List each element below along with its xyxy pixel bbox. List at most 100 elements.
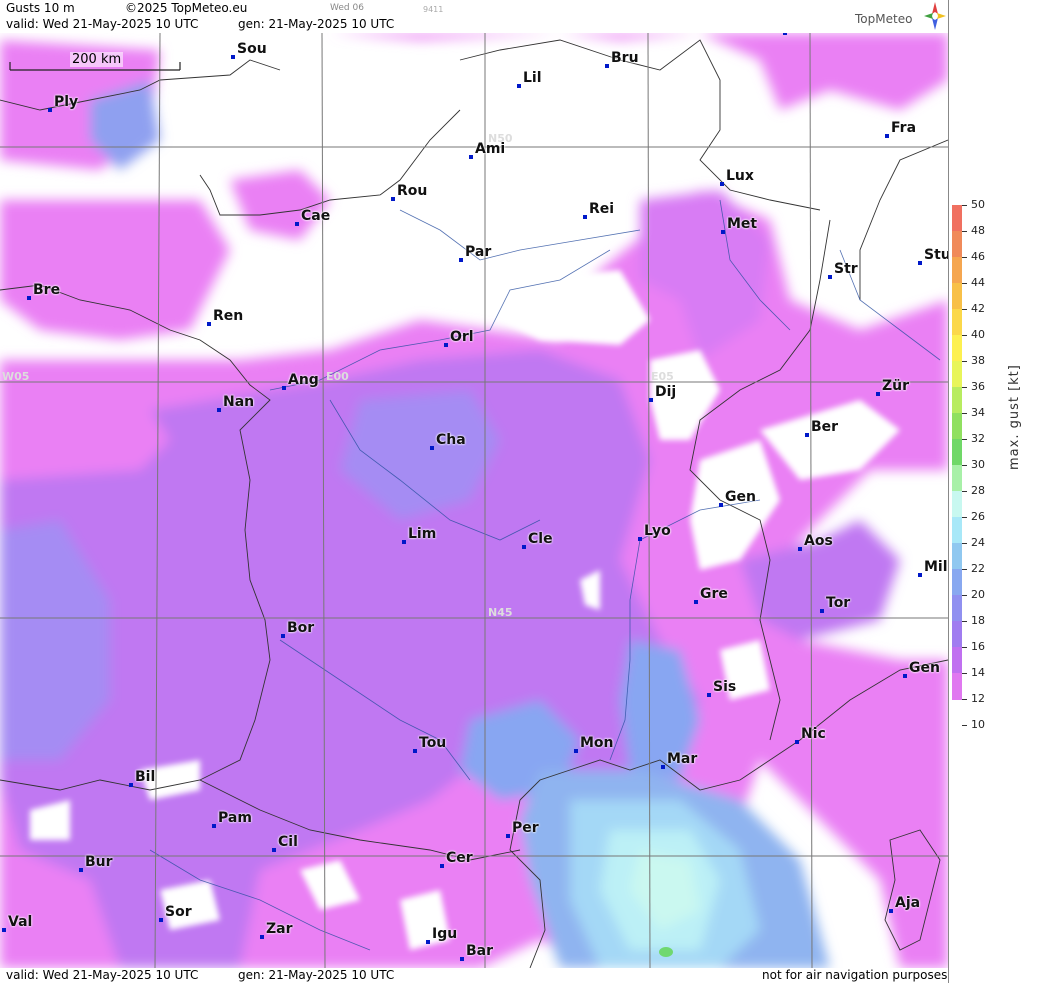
city-label: Dij bbox=[655, 384, 677, 400]
legend-swatch bbox=[952, 257, 962, 284]
city-dot bbox=[605, 64, 609, 68]
city-dot bbox=[918, 573, 922, 577]
city-dot bbox=[426, 940, 430, 944]
legend-tick-mark bbox=[962, 465, 967, 466]
legend-swatch bbox=[952, 465, 962, 492]
city-label: Gen bbox=[909, 660, 940, 676]
legend-tick-label: 48 bbox=[971, 224, 985, 237]
legend-swatch bbox=[952, 283, 962, 310]
scale-bar-label: 200 km bbox=[70, 52, 124, 67]
legend-tick-mark bbox=[962, 439, 967, 440]
legend-swatch bbox=[952, 413, 962, 440]
legend-swatch bbox=[952, 387, 962, 414]
city-label: Aos bbox=[804, 533, 833, 549]
city-dot bbox=[48, 108, 52, 112]
city-label: Bar bbox=[466, 943, 494, 959]
city-label: Lux bbox=[726, 168, 754, 184]
city-dot bbox=[522, 545, 526, 549]
city-label: Ren bbox=[213, 308, 244, 324]
city-dot bbox=[460, 957, 464, 961]
city-label: Cae bbox=[301, 208, 331, 224]
legend-swatch bbox=[952, 439, 962, 466]
city-label: Sis bbox=[713, 679, 737, 695]
city-label: Mil bbox=[924, 559, 948, 575]
legend-tick-mark bbox=[962, 361, 967, 362]
legend-tick-label: 26 bbox=[971, 510, 985, 523]
city-dot bbox=[440, 864, 444, 868]
city-label: Tou bbox=[419, 735, 447, 751]
city-label: Sou bbox=[237, 41, 267, 57]
city-dot bbox=[459, 258, 463, 262]
city-label: Met bbox=[727, 216, 758, 232]
city-dot bbox=[506, 834, 510, 838]
valid-time: valid: Wed 21-May-2025 10 UTC bbox=[6, 17, 199, 31]
map-footer: valid: Wed 21-May-2025 10 UTC gen: 21-Ma… bbox=[0, 968, 948, 983]
legend-tick-mark bbox=[962, 699, 967, 700]
gust-map[interactable]: 200 km N50 N45 W05 E00 E05 SouBruKölPlyL… bbox=[0, 33, 948, 968]
city-dot bbox=[281, 634, 285, 638]
city-dot bbox=[260, 935, 264, 939]
city-label: Nan bbox=[223, 394, 255, 410]
city-label: Bre bbox=[33, 282, 61, 298]
city-label: Sor bbox=[165, 904, 192, 920]
city-label: Igu bbox=[432, 926, 458, 942]
map-title: Gusts 10 m bbox=[6, 1, 75, 15]
legend-tick-mark bbox=[962, 283, 967, 284]
legend-swatch bbox=[952, 309, 962, 336]
legend-tick-label: 40 bbox=[971, 328, 985, 341]
legend-tick-label: 20 bbox=[971, 588, 985, 601]
legend-tick-mark bbox=[962, 257, 967, 258]
city-label: Cle bbox=[528, 531, 553, 547]
city-dot bbox=[413, 749, 417, 753]
legend-tick-label: 24 bbox=[971, 536, 985, 549]
city-label: Lil bbox=[523, 70, 542, 86]
city-dot bbox=[272, 848, 276, 852]
grid-label-e05: E05 bbox=[651, 370, 674, 383]
legend-tick-label: 36 bbox=[971, 380, 985, 393]
city-dot bbox=[2, 928, 6, 932]
brand-logo: TopMeteo bbox=[855, 12, 913, 26]
city-dot bbox=[828, 275, 832, 279]
city-label: Stu bbox=[924, 247, 948, 263]
gust-field bbox=[0, 33, 948, 968]
city-dot bbox=[207, 322, 211, 326]
legend-tick-mark bbox=[962, 621, 967, 622]
legend-tick-label: 42 bbox=[971, 302, 985, 315]
city-dot bbox=[876, 392, 880, 396]
legend-swatch bbox=[952, 491, 962, 518]
city-label: Zür bbox=[882, 378, 910, 394]
legend-tick-mark bbox=[962, 673, 967, 674]
city-dot bbox=[159, 918, 163, 922]
legend-tick-label: 32 bbox=[971, 432, 985, 445]
city-dot bbox=[295, 222, 299, 226]
footer-gen-time: gen: 21-May-2025 10 UTC bbox=[238, 968, 395, 982]
copyright: ©2025 TopMeteo.eu bbox=[125, 1, 248, 15]
legend-tick-mark bbox=[962, 231, 967, 232]
legend-swatch bbox=[952, 673, 962, 700]
city-dot bbox=[129, 783, 133, 787]
legend-tick-label: 30 bbox=[971, 458, 985, 471]
legend-tick-label: 14 bbox=[971, 666, 985, 679]
legend-tick-label: 38 bbox=[971, 354, 985, 367]
city-label: Val bbox=[8, 914, 33, 930]
city-dot bbox=[649, 398, 653, 402]
city-dot bbox=[583, 215, 587, 219]
city-label: Ang bbox=[288, 372, 319, 388]
legend-tick-label: 10 bbox=[971, 718, 985, 731]
city-label: Nic bbox=[801, 726, 826, 742]
legend-swatch bbox=[952, 205, 962, 232]
city-label: Bur bbox=[85, 854, 113, 870]
city-label: Gre bbox=[700, 586, 728, 602]
run-code: 9411 bbox=[423, 5, 444, 14]
city-dot bbox=[231, 55, 235, 59]
city-label: Aja bbox=[895, 895, 921, 911]
grid-label-n45: N45 bbox=[488, 606, 513, 619]
legend-tick-mark bbox=[962, 491, 967, 492]
city-dot bbox=[798, 547, 802, 551]
legend-swatch bbox=[952, 647, 962, 674]
city-dot bbox=[721, 230, 725, 234]
legend-tick-label: 44 bbox=[971, 276, 985, 289]
grid-label-w05: W05 bbox=[2, 370, 30, 383]
city-label: Rei bbox=[589, 201, 615, 217]
city-dot bbox=[795, 740, 799, 744]
